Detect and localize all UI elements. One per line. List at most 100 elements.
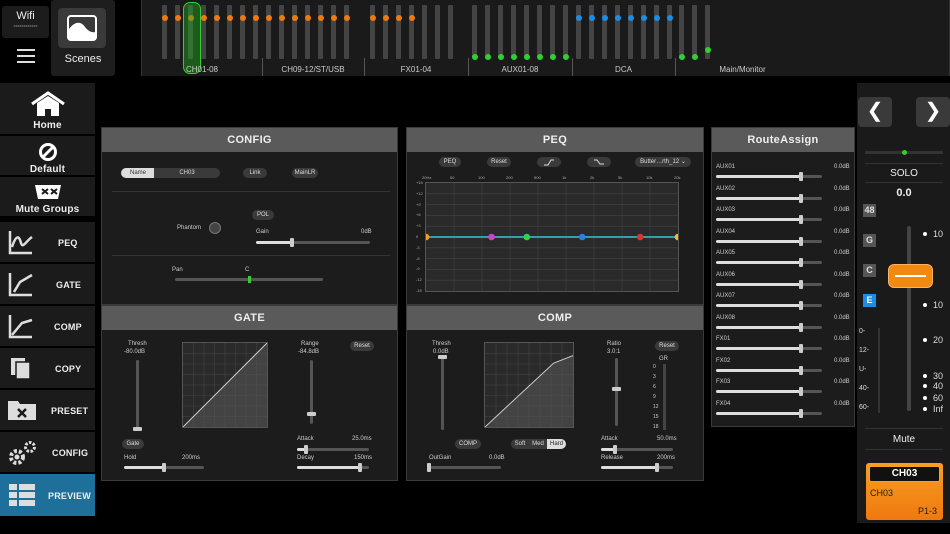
nav-peq[interactable]: PEQ bbox=[0, 222, 95, 263]
fader-scale-mark bbox=[923, 374, 927, 378]
pan-slider-knob[interactable] bbox=[248, 276, 251, 283]
gate-hold-label: Hold bbox=[124, 455, 137, 461]
gate-button[interactable]: Gate bbox=[122, 439, 144, 449]
name-label: Name bbox=[121, 168, 155, 178]
route-send-knob[interactable] bbox=[798, 301, 803, 310]
pol-button[interactable]: POL bbox=[252, 210, 274, 220]
route-send-knob[interactable] bbox=[798, 322, 803, 332]
outgain-slider[interactable] bbox=[429, 466, 501, 469]
menu-icon[interactable] bbox=[2, 40, 49, 72]
chevron-down-icon: ⌄ bbox=[680, 159, 686, 165]
route-row: AUX03 0.0dB bbox=[715, 207, 855, 228]
fader-track[interactable] bbox=[907, 226, 911, 411]
route-name: AUX02 bbox=[716, 185, 736, 192]
selected-channel-highlight[interactable] bbox=[183, 2, 201, 74]
nav-preview[interactable]: PREVIEW bbox=[0, 474, 95, 517]
route-send-knob[interactable] bbox=[798, 279, 803, 289]
fader-knob[interactable] bbox=[888, 263, 933, 288]
route-send-knob[interactable] bbox=[798, 344, 803, 353]
overview-group-label[interactable]: Main/Monitor bbox=[675, 65, 810, 74]
gate-reset-button[interactable]: Reset bbox=[350, 341, 374, 351]
nav-preset[interactable]: PRESET bbox=[0, 390, 95, 431]
phantom-toggle[interactable] bbox=[209, 222, 221, 234]
peq-y-tick: -12 bbox=[416, 277, 422, 283]
slider-knob[interactable] bbox=[162, 463, 166, 472]
nav-home[interactable]: Home bbox=[0, 83, 95, 135]
gain-slider-knob[interactable] bbox=[290, 238, 295, 247]
solo-button[interactable]: SOLO bbox=[865, 163, 943, 183]
overview-group-label[interactable]: FX01-04 bbox=[364, 65, 468, 74]
route-send-knob[interactable] bbox=[798, 258, 803, 267]
nav-default[interactable]: Default bbox=[0, 136, 95, 176]
next-channel-button[interactable]: ❯ bbox=[916, 97, 950, 127]
fader-scale-mark bbox=[923, 232, 927, 236]
nav-gate[interactable]: GATE bbox=[0, 264, 95, 305]
overview-led bbox=[640, 15, 647, 21]
channel-name-tile[interactable]: CH03 CH03 P1-3 bbox=[866, 463, 943, 520]
gate-thresh-slider[interactable] bbox=[136, 360, 139, 430]
route-send-knob[interactable] bbox=[798, 215, 803, 224]
comp-reset-button[interactable]: Reset bbox=[655, 341, 679, 351]
gate-thresh-knob[interactable] bbox=[133, 426, 142, 431]
peq-reset-button[interactable]: Reset bbox=[487, 157, 511, 167]
prev-channel-button[interactable]: ❮ bbox=[858, 97, 892, 127]
overview-group-label[interactable]: DCA bbox=[572, 65, 675, 74]
fader-scale-mark bbox=[923, 396, 927, 400]
nav-mute-groups[interactable]: Mute Groups bbox=[0, 177, 95, 217]
highshelf-button[interactable] bbox=[587, 157, 611, 167]
overview-group-label[interactable]: CH01-08 bbox=[142, 65, 262, 74]
filter-type-value: Butter…rth_12 bbox=[640, 159, 680, 165]
route-send-knob[interactable] bbox=[798, 408, 803, 418]
comp-ratio-slider[interactable] bbox=[615, 358, 618, 426]
peq-toggle-button[interactable]: PEQ bbox=[439, 157, 461, 167]
slider-knob[interactable] bbox=[358, 463, 363, 472]
comp-hard-button[interactable]: Hard bbox=[547, 439, 566, 449]
comp-med-button[interactable]: Med bbox=[529, 439, 547, 449]
comp-button[interactable]: COMP bbox=[455, 439, 481, 449]
comp-thresh-slider[interactable] bbox=[441, 356, 444, 430]
mute-button[interactable]: Mute bbox=[865, 428, 943, 450]
slider-knob[interactable] bbox=[655, 463, 660, 472]
overview-led bbox=[497, 54, 504, 60]
peq-x-tick: 5k bbox=[618, 175, 623, 180]
meter-scale-label: 12- bbox=[859, 347, 870, 354]
scenes-label: Scenes bbox=[64, 53, 102, 65]
nav-comp[interactable]: COMP bbox=[0, 306, 95, 347]
name-field[interactable]: CH03 bbox=[154, 168, 220, 178]
comp-soft-button[interactable]: Soft bbox=[511, 439, 529, 449]
mainlr-button[interactable]: MainLR bbox=[292, 168, 318, 178]
route-send-knob[interactable] bbox=[798, 387, 803, 396]
route-send-knob[interactable] bbox=[798, 365, 803, 375]
overview-strip bbox=[162, 5, 167, 59]
nav-copy[interactable]: COPY bbox=[0, 348, 95, 389]
comp-ratio-knob[interactable] bbox=[612, 386, 621, 391]
route-send-knob[interactable] bbox=[798, 236, 803, 246]
fader-scale-mark bbox=[923, 407, 927, 411]
wifi-button[interactable]: Wifi xxxxxxxxxxxx bbox=[2, 6, 49, 38]
lowshelf-button[interactable] bbox=[537, 157, 561, 167]
route-send-knob[interactable] bbox=[798, 172, 803, 181]
filter-type-select[interactable]: Butter…rth_12 ⌄ bbox=[635, 157, 691, 167]
config-title: CONFIG bbox=[102, 128, 397, 152]
gate-range-knob[interactable] bbox=[307, 412, 316, 417]
gate-attack-slider[interactable] bbox=[297, 448, 369, 451]
overview-strip bbox=[692, 5, 697, 59]
overview-strip bbox=[576, 5, 581, 59]
overview-group-label[interactable]: AUX01-08 bbox=[468, 65, 572, 74]
peq-band-handle bbox=[578, 233, 586, 241]
peq-y-tick: +9 bbox=[416, 201, 421, 207]
link-button[interactable]: Link bbox=[243, 168, 267, 178]
scenes-button[interactable]: Scenes bbox=[51, 0, 115, 76]
gr-meter bbox=[663, 364, 666, 430]
route-send-fill bbox=[716, 261, 801, 264]
slider-knob[interactable] bbox=[613, 445, 618, 454]
channel-overview[interactable]: CH01-08 CH09-12/ST/USB FX01-04 AUX01-08 DCA M… bbox=[141, 0, 950, 76]
route-send-knob[interactable] bbox=[798, 193, 803, 203]
slider-knob[interactable] bbox=[303, 445, 308, 454]
nav-config[interactable]: CONFIG bbox=[0, 432, 95, 473]
slider-knob[interactable] bbox=[427, 463, 431, 472]
copy-icon bbox=[11, 358, 31, 380]
overview-group-label[interactable]: CH09-12/ST/USB bbox=[262, 65, 364, 74]
peq-graph[interactable]: +15 +12 +9 +6 +3 0 -3 -6 -9 -12 -15 20Hz 50 100 200 500… bbox=[416, 175, 680, 293]
comp-thresh-knob[interactable] bbox=[438, 355, 447, 360]
